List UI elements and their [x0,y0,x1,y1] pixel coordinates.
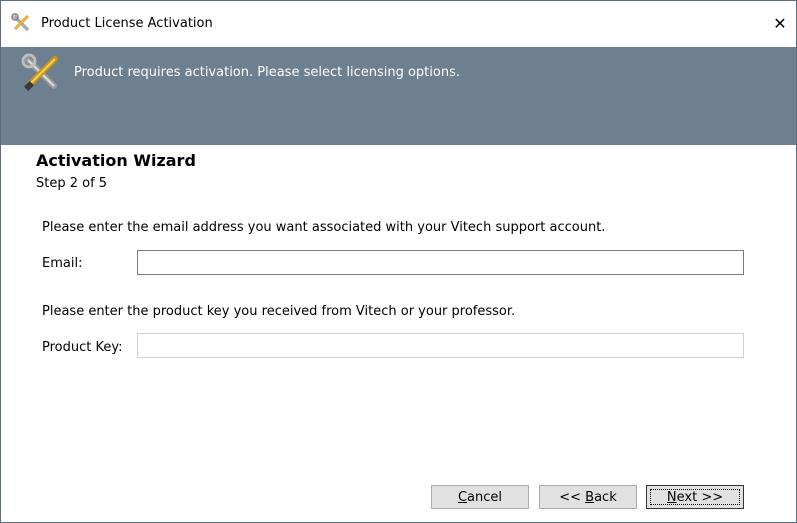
back-mnemonic: B [585,489,595,505]
next-button[interactable]: Next >> [646,485,744,509]
email-input[interactable] [137,250,744,275]
back-prefix: << [559,489,586,505]
tools-icon [11,13,30,32]
close-icon: ✕ [773,13,787,33]
back-button[interactable]: << Back [539,485,637,509]
banner-message: Product requires activation. Please sele… [74,65,460,80]
activation-dialog: Product License Activation ✕ Product req… [0,0,797,523]
cancel-button[interactable]: Cancel [431,485,529,509]
product-key-input[interactable] [137,333,744,358]
email-instruction: Please enter the email address you want … [42,220,606,235]
next-label: ext >> [676,489,724,505]
cancel-mnemonic: C [457,489,468,505]
back-label: ack [594,489,617,505]
tools-icon [21,53,58,91]
title-bar[interactable]: Product License Activation ✕ [1,1,796,47]
product-key-instruction: Please enter the product key you receive… [42,304,516,319]
email-label: Email: [42,256,83,271]
product-key-label: Product Key: [42,340,123,355]
next-mnemonic: N [666,489,677,505]
header-banner: Product requires activation. Please sele… [1,47,796,145]
wizard-title: Activation Wizard [36,151,196,170]
cancel-label: ancel [467,489,503,505]
window-title: Product License Activation [41,16,213,31]
wizard-step: Step 2 of 5 [36,176,108,191]
close-button[interactable]: ✕ [764,7,796,39]
